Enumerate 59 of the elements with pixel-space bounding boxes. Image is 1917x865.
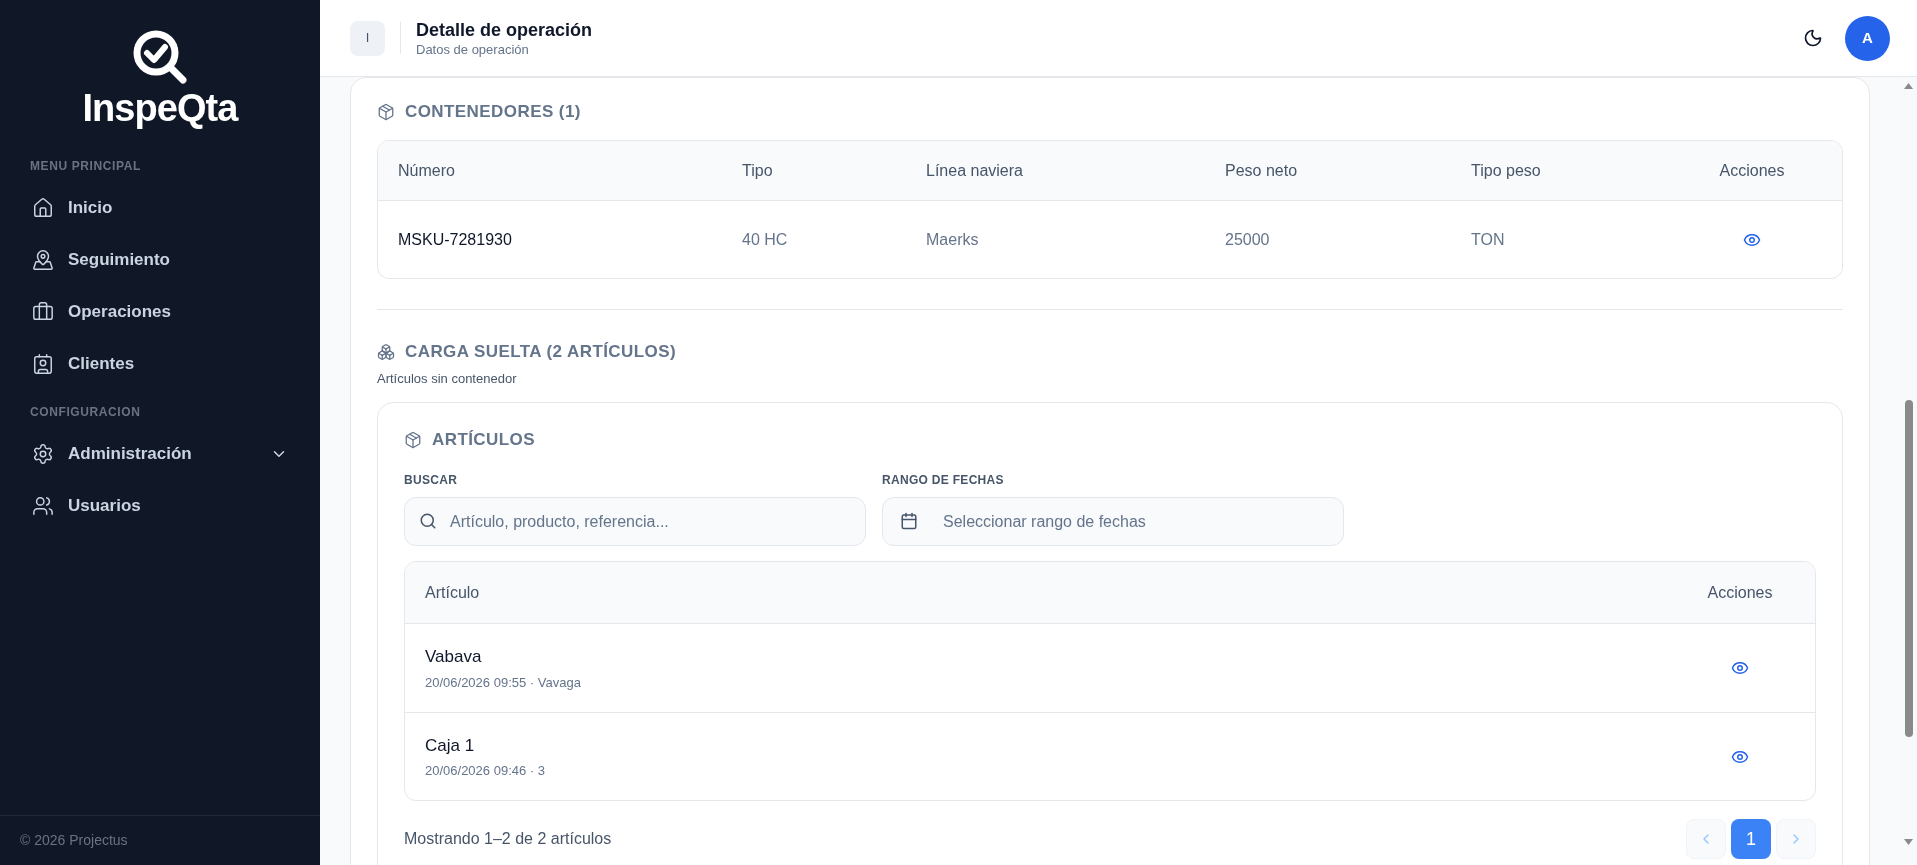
search-icon — [419, 512, 437, 530]
section-heading: CARGA SUELTA (2 ARTÍCULOS) — [405, 341, 677, 364]
briefcase-icon — [32, 301, 54, 323]
users-icon — [32, 495, 54, 517]
eye-icon — [1731, 659, 1749, 677]
field-label: BUSCAR — [404, 472, 459, 489]
field-label: RANGO DE FECHAS — [882, 472, 1005, 489]
results-summary: Mostrando 1–2 de 2 artículos — [404, 829, 612, 849]
column-header: Tipo — [742, 161, 773, 179]
section-title: MENU PRINCIPAL — [30, 158, 141, 175]
article-meta: 20/06/2026 09:46 · 3 — [425, 762, 546, 780]
calendar-icon — [900, 512, 918, 530]
sidebar-item[interactable]: Clientes — [18, 338, 302, 390]
column-header: Acciones — [1719, 160, 1785, 181]
section-heading: ARTÍCULOS — [432, 429, 535, 452]
sidebar-item[interactable]: Usuarios — [18, 480, 302, 532]
house-icon — [32, 197, 54, 219]
article-meta: 20/06/2026 09:55 · Vavaga — [425, 673, 582, 692]
sidebar-item[interactable]: Inicio — [18, 182, 302, 234]
contact-card-icon — [32, 353, 54, 375]
copyright-text: © 2026 Projectus — [20, 831, 128, 850]
scroll-down-icon — [1904, 839, 1913, 845]
section-heading: CONTENEDORES (1) — [405, 101, 581, 124]
scroll-up-icon — [1904, 83, 1913, 89]
boxes-icon — [377, 343, 395, 361]
package-icon — [404, 431, 422, 449]
scrollbar-thumb[interactable] — [1904, 400, 1913, 737]
sidebar-item[interactable]: Administración — [18, 428, 302, 480]
settings-icon — [32, 443, 54, 465]
logo-text: InspeQta — [82, 86, 238, 130]
user-avatar[interactable]: A — [1845, 15, 1890, 61]
search-field[interactable]: Artículo, producto, referencia... — [404, 497, 866, 546]
moon-icon — [1803, 28, 1823, 48]
column-header: Acciones — [1707, 582, 1773, 603]
page-title: Detalle de operación — [416, 19, 593, 42]
sidebar-toggle-button[interactable]: I — [350, 20, 385, 56]
table-cell: 40 HC — [742, 230, 788, 248]
column-header: Línea naviera — [926, 161, 1023, 179]
map-pin-icon — [32, 249, 54, 271]
article-name: Caja 1 — [425, 734, 476, 757]
table-cell: Maerks — [926, 230, 979, 248]
column-header: Artículo — [425, 583, 480, 601]
package-icon — [377, 103, 395, 121]
section-title: CONFIGURACION — [30, 404, 141, 421]
column-header: Peso neto — [1225, 161, 1298, 179]
column-header: Número — [398, 161, 455, 179]
table-cell: MSKU-7281930 — [398, 230, 512, 248]
table-cell: 25000 — [1225, 230, 1270, 248]
section-subtitle: Artículos sin contenedor — [377, 371, 517, 386]
table-cell: TON — [1471, 230, 1505, 248]
scrollbar[interactable] — [1900, 77, 1917, 865]
page-button[interactable]: 1 — [1731, 819, 1771, 859]
date-range-field[interactable]: Seleccionar rango de fechas — [882, 497, 1344, 546]
sidebar-item[interactable]: Operaciones — [18, 286, 302, 338]
article-name: Vabava — [425, 646, 483, 668]
sidebar-item[interactable]: Seguimiento — [18, 234, 302, 286]
column-header: Tipo peso — [1471, 161, 1541, 179]
page-subtitle: Datos de operación — [416, 42, 530, 58]
magnifier-check-icon — [131, 28, 189, 86]
